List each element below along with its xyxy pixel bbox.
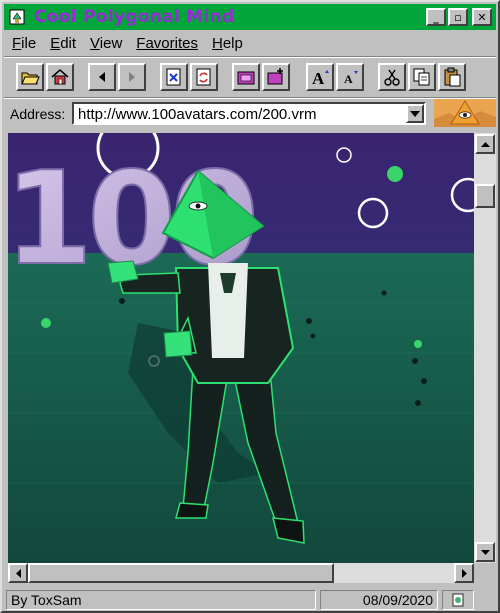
copy-icon xyxy=(413,68,430,86)
avatar-right-hand xyxy=(163,330,193,358)
menu-edit[interactable]: Edit xyxy=(50,35,76,52)
svg-text:A: A xyxy=(312,69,325,87)
refresh-button[interactable] xyxy=(190,63,218,91)
cut-button[interactable] xyxy=(378,63,406,91)
zone-page-icon xyxy=(452,593,464,607)
green-orb xyxy=(387,166,403,182)
status-author: By ToxSam xyxy=(6,590,316,610)
address-dropdown-button[interactable] xyxy=(406,104,424,123)
scrollbar-corner xyxy=(474,563,496,583)
smaller-font-button[interactable]: A xyxy=(336,63,364,91)
address-input[interactable]: http://www.100avatars.com/200.vrm xyxy=(72,102,426,125)
minimize-button[interactable]: _ xyxy=(426,8,446,26)
avatar-left-shoe xyxy=(175,502,209,519)
font-smaller-icon: A xyxy=(344,71,358,86)
scroll-left-button[interactable] xyxy=(8,563,28,583)
window-title: Cool Polygonal Mind xyxy=(34,7,235,27)
arrow-right-icon xyxy=(461,568,467,578)
menu-separator xyxy=(4,56,496,58)
svg-text:A: A xyxy=(344,72,353,86)
vertical-scroll-thumb[interactable] xyxy=(475,184,495,208)
copy-button[interactable] xyxy=(408,63,436,91)
menu-file[interactable]: File xyxy=(12,35,36,52)
open-folder-button[interactable] xyxy=(16,63,44,91)
address-url: http://www.100avatars.com/200.vrm xyxy=(78,106,317,123)
arrow-left-icon xyxy=(15,568,21,578)
status-bar: By ToxSam 08/09/2020 xyxy=(4,588,496,610)
scroll-right-button[interactable] xyxy=(454,563,474,583)
paste-button[interactable] xyxy=(438,63,466,91)
toolbar: A A xyxy=(4,60,496,96)
close-button[interactable]: ✕ xyxy=(472,8,492,26)
horizontal-scrollbar[interactable] xyxy=(8,563,474,583)
menu-favorites[interactable]: Favorites xyxy=(136,35,198,52)
font-larger-icon: A xyxy=(312,69,329,87)
add-favorite-button[interactable] xyxy=(262,63,290,91)
refresh-page-icon xyxy=(196,68,211,86)
menu-help[interactable]: Help xyxy=(212,35,243,52)
app-icon xyxy=(9,9,25,25)
favorites-button[interactable] xyxy=(232,63,260,91)
horizontal-scroll-thumb[interactable] xyxy=(28,563,334,583)
close-icon: ✕ xyxy=(477,10,487,24)
add-favorite-icon xyxy=(267,68,283,85)
stop-button[interactable] xyxy=(160,63,188,91)
green-orb xyxy=(41,318,51,328)
arrow-down-icon xyxy=(480,549,490,555)
browser-logo xyxy=(434,99,496,127)
paste-clipboard-icon xyxy=(444,67,461,87)
larger-font-button[interactable]: A xyxy=(306,63,334,91)
avatar-scene: 100 xyxy=(8,133,474,563)
favorites-folder-icon xyxy=(237,71,255,85)
chevron-down-icon xyxy=(410,110,420,117)
open-folder-icon xyxy=(21,72,40,85)
maximize-icon: ▫ xyxy=(454,10,462,24)
title-bar[interactable]: Cool Polygonal Mind _ ▫ ✕ xyxy=(4,4,496,30)
avatar-pupil xyxy=(195,203,201,209)
status-date: 08/09/2020 xyxy=(320,590,438,610)
forward-button[interactable] xyxy=(118,63,146,91)
stop-page-icon xyxy=(166,68,181,86)
avatar-left-hand xyxy=(107,260,139,284)
arrow-up-icon xyxy=(480,141,490,147)
status-zone xyxy=(442,590,474,610)
home-button[interactable] xyxy=(46,63,74,91)
address-bar: Address: http://www.100avatars.com/200.v… xyxy=(4,99,496,129)
vertical-scrollbar[interactable] xyxy=(474,133,496,563)
green-orb xyxy=(414,340,422,348)
home-icon xyxy=(51,69,69,85)
back-arrow-icon xyxy=(99,72,105,82)
maximize-button[interactable]: ▫ xyxy=(448,8,468,26)
minimize-icon: _ xyxy=(433,10,439,24)
menu-view[interactable]: View xyxy=(90,35,122,52)
scroll-up-button[interactable] xyxy=(475,134,495,154)
web-page-viewport[interactable]: 100 xyxy=(8,133,474,563)
forward-arrow-icon xyxy=(129,72,135,82)
eye-pyramid-logo-icon xyxy=(434,99,496,127)
address-label: Address: xyxy=(10,106,66,122)
menu-bar: File Edit View Favorites Help xyxy=(4,32,496,54)
back-button[interactable] xyxy=(88,63,116,91)
scroll-down-button[interactable] xyxy=(475,542,495,562)
scissors-icon xyxy=(384,69,400,86)
browser-window: Cool Polygonal Mind _ ▫ ✕ File Edit View… xyxy=(0,0,500,613)
